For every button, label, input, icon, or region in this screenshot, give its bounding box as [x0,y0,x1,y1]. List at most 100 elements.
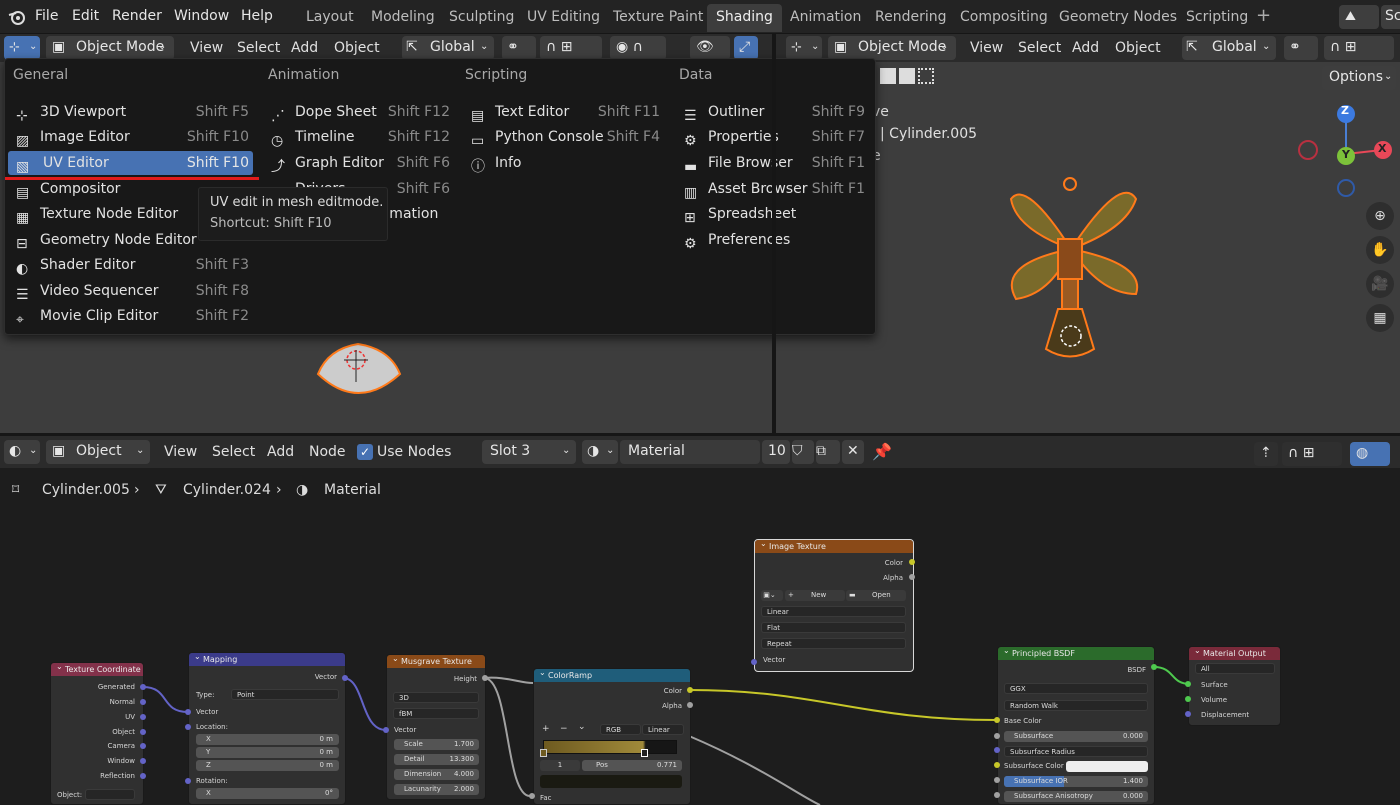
subsurface-color-swatch[interactable] [1066,761,1148,772]
tab-layout[interactable]: Layout [297,4,363,32]
node-material-output[interactable]: Material Output All Surface Volume Displ… [1188,646,1281,726]
socket-height[interactable] [482,675,488,681]
extension-dropdown[interactable]: Repeat [761,638,906,649]
musgrave-type-dropdown[interactable]: fBM [393,708,479,719]
output-target-dropdown[interactable]: All [1195,663,1275,674]
subsurface-field[interactable]: Subsurface 0.000 [1004,731,1148,742]
tab-scripting[interactable]: Scripting [1177,4,1257,32]
right-pivot-button[interactable]: ⚭ [1284,36,1318,60]
socket-subsurface-anisotropy[interactable] [994,792,1000,798]
socket-reflection[interactable] [140,773,146,779]
snap-button[interactable]: ∩ ⊞ [540,36,602,60]
color-ramp-gradient[interactable] [543,740,677,754]
camera-icon[interactable]: 🎥 [1366,270,1394,298]
right-menu-object[interactable]: Object [1115,36,1161,60]
socket-surface[interactable] [1185,681,1191,687]
node-colorramp[interactable]: ColorRamp Color Alpha + − ⌄ RGB Linear 1… [533,668,691,805]
socket-location-in[interactable] [185,724,191,730]
tab-compositing[interactable]: Compositing [951,4,1057,32]
new-image-button[interactable]: + New [785,590,845,601]
socket-mapping-out[interactable] [342,675,348,681]
open-image-button[interactable]: ▬ Open [846,590,906,601]
socket-color[interactable] [909,559,915,565]
right-mode-dropdown[interactable]: ▣ Object Mode ⌄ [828,36,956,60]
blender-logo-icon[interactable] [8,8,26,26]
rotation-x-field[interactable]: X 0° [196,788,339,799]
location-x-field[interactable]: X0 m [196,734,339,745]
tab-modeling[interactable]: Modeling [362,4,444,32]
subsurface-anisotropy-field[interactable]: Subsurface Anisotropy 0.000 [1004,791,1148,802]
distribution-dropdown[interactable]: GGX [1004,683,1148,694]
dimension-field[interactable]: Dimension 4.000 [394,769,479,780]
socket-ramp-alpha[interactable] [687,702,693,708]
tab-geometry-nodes[interactable]: Geometry Nodes [1050,4,1186,32]
object-picker[interactable] [85,789,135,800]
menu-render[interactable]: Render [112,0,162,34]
socket-normal[interactable] [140,699,146,705]
ramp-stop-color-swatch[interactable] [540,775,682,788]
musgrave-dimensions-dropdown[interactable]: 3D [393,692,479,703]
socket-alpha[interactable] [909,574,915,580]
ramp-menu-icon[interactable]: ⌄ [578,722,586,732]
menu-window[interactable]: Window [174,0,229,34]
scale-field[interactable]: Scale 1.700 [394,739,479,750]
add-workspace-icon[interactable]: + [1256,0,1271,34]
socket-mapping-vector-in[interactable] [185,709,191,715]
location-z-field[interactable]: Z0 m [196,760,339,771]
node-principled-bsdf[interactable]: Principled BSDF BSDF GGX Random Walk Bas… [997,646,1155,805]
menu-item-graph-editor[interactable]: ⤴ Graph Editor Shift F6 [268,151,454,175]
socket-camera[interactable] [140,743,146,749]
visibility-button[interactable]: 👁 [690,36,730,60]
menu-help[interactable]: Help [241,0,273,34]
viewport-select-tools[interactable] [880,68,940,88]
viewport-divider[interactable] [772,34,776,434]
navigation-gizmo[interactable]: Z X Y [1298,102,1398,212]
socket-displacement[interactable] [1185,711,1191,717]
right-menu-view[interactable]: View [970,36,1003,60]
lacunarity-field[interactable]: Lacunarity 2.000 [394,784,479,795]
tab-uv-editing[interactable]: UV Editing [518,4,609,32]
socket-fac[interactable] [529,793,535,799]
menu-item-3d-viewport[interactable]: ⊹ 3D Viewport Shift F5 [13,100,253,124]
menu-item-video-sequencer[interactable]: ☰ Video Sequencer Shift F8 [13,279,253,303]
detail-field[interactable]: Detail 13.300 [394,754,479,765]
menu-item-timeline[interactable]: ◷ Timeline Shift F12 [268,125,454,149]
socket-rotation-in[interactable] [185,778,191,784]
right-menu-add[interactable]: Add [1072,36,1099,60]
node-texture-coordinate[interactable]: Texture Coordinate Generated Normal UV O… [50,662,144,805]
ramp-stop-1[interactable] [641,749,648,757]
mapping-type-dropdown[interactable]: Point [231,689,339,700]
right-snap-button[interactable]: ∩ ⊞ [1324,36,1394,60]
tab-texture-paint[interactable]: Texture Paint [604,4,712,32]
subsurface-ior-field[interactable]: Subsurface IOR 1.400 [1004,776,1148,787]
select-box-icon[interactable] [880,68,896,84]
left-menu-object[interactable]: Object [334,36,380,60]
socket-window[interactable] [140,758,146,764]
right-transform-dropdown[interactable]: ⇱ Global ⌄ [1182,36,1276,60]
remove-stop-icon[interactable]: − [560,724,568,734]
menu-item-shader-editor[interactable]: ◐ Shader Editor Shift F3 [13,253,253,277]
menu-item-python-console[interactable]: ▭ Python Console Shift F4 [468,125,664,149]
menu-item-info[interactable]: ⓘ Info [468,151,664,175]
socket-subsurface-color[interactable] [994,762,1000,768]
shader-node-editor[interactable]: ◐ ⌄ ▣ Object ⌄ View Select Add Node ✓ Use N… [0,436,1400,805]
menu-item-movie-clip-editor[interactable]: ⌖ Movie Clip Editor Shift F2 [13,304,253,328]
hand-pan-icon[interactable]: ✋ [1366,236,1394,264]
tab-sculpting[interactable]: Sculpting [440,4,523,32]
left-menu-add[interactable]: Add [291,36,318,60]
ramp-pos-field[interactable]: Pos 0.771 [582,760,682,771]
ramp-interpolation-dropdown[interactable]: Linear [642,724,684,735]
menu-item-image-editor[interactable]: ▨ Image Editor Shift F10 [13,125,253,149]
tab-shading[interactable]: Shading [707,4,782,32]
image-browse-icon[interactable]: ▣⌄ [761,590,783,601]
editor-type-button[interactable]: ⊹ ⌄ [4,36,40,60]
options-button[interactable]: Options ⌄ [1322,66,1396,90]
perspective-grid-icon[interactable]: ▦ [1366,304,1394,332]
subsurface-method-dropdown[interactable]: Random Walk [1004,700,1148,711]
socket-subsurface[interactable] [994,733,1000,739]
left-menu-view[interactable]: View [190,36,223,60]
socket-generated[interactable] [140,684,146,690]
scene-name-field[interactable]: Sc [1381,5,1400,29]
tab-animation[interactable]: Animation [781,4,870,32]
transform-orientation-dropdown[interactable]: ⇱ Global ⌄ [402,36,494,60]
